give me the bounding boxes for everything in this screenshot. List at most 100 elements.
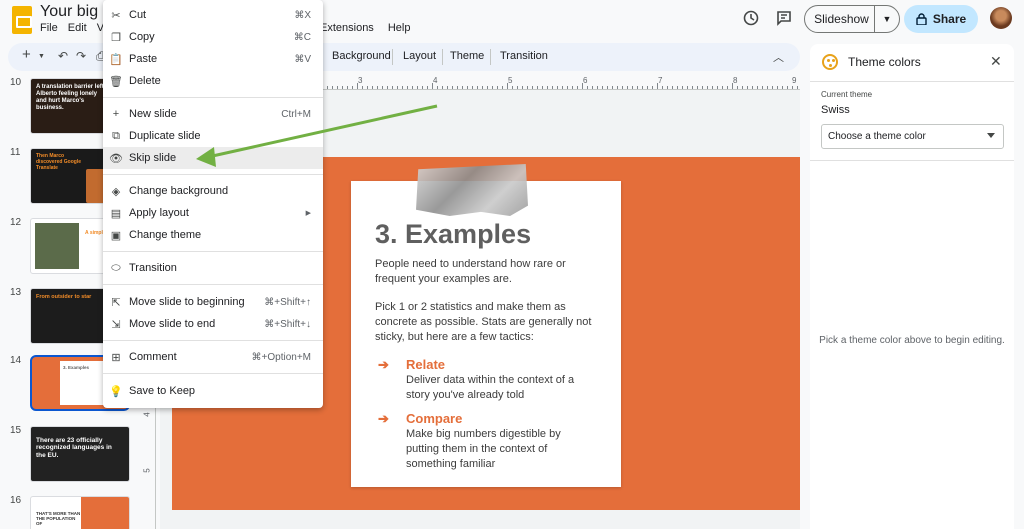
ruler-tick [427, 86, 428, 89]
tactic-title[interactable]: Relate [406, 357, 445, 372]
avatar[interactable] [990, 7, 1012, 29]
tape-decoration [416, 164, 528, 216]
menu-item-delete[interactable]: 🗑 Delete [103, 70, 323, 92]
ruler-tick [752, 86, 753, 89]
ruler-tick [377, 86, 378, 89]
slide-thumbnail[interactable]: There are 23 officially recognized langu… [30, 426, 130, 482]
ruler-label: 7 [658, 76, 663, 85]
ruler-label: 5 [508, 76, 513, 85]
share-label: Share [932, 12, 967, 26]
menu-item-move-to-beginning[interactable]: ⇱ Move slide to beginning ⌘+Shift+↑ [103, 291, 323, 313]
redo-icon[interactable]: ↷ [76, 49, 86, 63]
menu-bar-right: Extensions Help [320, 22, 410, 34]
toolbar-transition[interactable]: Transition [500, 50, 548, 62]
share-button[interactable]: Share [904, 5, 978, 33]
menu-item-change-theme[interactable]: ▣ Change theme [103, 224, 323, 246]
ruler-tick [622, 86, 623, 89]
slide-number: 12 [10, 217, 22, 228]
slide-title[interactable]: 3. Examples [375, 219, 531, 250]
layout-icon: ▤ [110, 207, 122, 220]
tactic-description[interactable]: Make big numbers digestible by putting t… [406, 427, 596, 472]
menu-item-save-to-keep[interactable]: 💡 Save to Keep [103, 380, 323, 402]
ruler-tick [337, 86, 338, 89]
ruler-tick [332, 86, 333, 89]
ruler-tick [572, 86, 573, 89]
ruler-label: 5 [142, 468, 152, 473]
slide-paragraph-1[interactable]: People need to understand how rare or fr… [375, 257, 605, 287]
ruler-tick [477, 86, 478, 89]
undo-icon[interactable]: ↶ [58, 49, 68, 63]
toolbar-theme[interactable]: Theme [450, 50, 484, 62]
menu-item-change-background[interactable]: ◈ Change background [103, 180, 323, 202]
ruler-tick [462, 86, 463, 89]
menu-item-cut[interactable]: ✂ Cut ⌘X [103, 4, 323, 26]
move-top-icon: ⇱ [111, 296, 121, 309]
ruler-label: 3 [358, 76, 363, 85]
menu-item-apply-layout[interactable]: ▤ Apply layout ▶ [103, 202, 323, 224]
horizontal-ruler: 3 4 5 6 7 8 9 [322, 76, 800, 90]
ruler-tick [717, 86, 718, 89]
eye-icon: 👁 [109, 152, 123, 165]
menu-item-comment[interactable]: ⊞ Comment ⌘+Option+M [103, 346, 323, 368]
menu-item-copy[interactable]: ❐ Copy ⌘C [103, 26, 323, 48]
ruler-tick [422, 86, 423, 89]
ruler-tick [677, 86, 678, 89]
new-slide-dropdown-icon[interactable]: ▼ [38, 53, 45, 60]
history-icon[interactable] [741, 9, 761, 29]
menu-help[interactable]: Help [388, 22, 411, 34]
menu-item-duplicate-slide[interactable]: ⧉ Duplicate slide [103, 125, 323, 147]
document-title[interactable]: Your big idea [40, 3, 102, 21]
ruler-tick [487, 86, 488, 89]
menu-extensions[interactable]: Extensions [320, 22, 374, 34]
tactic-description[interactable]: Deliver data within the context of a sto… [406, 373, 596, 403]
tactic-title[interactable]: Compare [406, 411, 462, 426]
ruler-tick [407, 86, 408, 89]
ruler-tick [452, 86, 453, 89]
slideshow-dropdown-icon[interactable]: ▼ [875, 14, 899, 24]
theme-color-select[interactable]: Choose a theme color [821, 124, 1004, 149]
submenu-arrow-icon: ▶ [305, 210, 311, 217]
slide-number: 11 [10, 147, 21, 158]
panel-header: Theme colors ✕ [810, 44, 1014, 82]
menu-item-new-slide[interactable]: + New slide Ctrl+M [103, 103, 323, 125]
ruler-tick [757, 86, 758, 89]
menu-item-skip-slide[interactable]: 👁 Skip slide [103, 147, 323, 169]
new-slide-plus-icon[interactable]: + [22, 46, 31, 63]
slide-number: 13 [10, 287, 22, 298]
menu-item-move-to-end[interactable]: ⇲ Move slide to end ⌘+Shift+↓ [103, 313, 323, 335]
ruler-tick [482, 86, 483, 89]
ruler-tick [712, 86, 713, 89]
ruler-tick [547, 86, 548, 89]
slides-logo-icon[interactable] [12, 6, 32, 34]
slideshow-label: Slideshow [814, 12, 869, 26]
comment-history-icon[interactable] [774, 9, 794, 29]
transition-icon: ⬭ [111, 261, 121, 274]
ruler-tick [432, 83, 433, 89]
collapse-toolbar-icon[interactable]: ︿ [773, 49, 784, 65]
scissors-icon: ✂ [111, 9, 121, 22]
menu-file[interactable]: File [40, 22, 58, 34]
ruler-tick [652, 86, 653, 89]
ruler-tick [507, 83, 508, 89]
ruler-tick [692, 86, 693, 89]
ruler-tick [437, 86, 438, 89]
ruler-tick [522, 86, 523, 89]
ruler-tick [667, 86, 668, 89]
menu-item-transition[interactable]: ⬭ Transition [103, 257, 323, 279]
ruler-tick [557, 86, 558, 89]
slideshow-button[interactable]: Slideshow ▼ [804, 5, 900, 33]
ruler-tick [367, 86, 368, 89]
menu-edit[interactable]: Edit [68, 22, 87, 34]
ruler-tick [637, 86, 638, 89]
menu-item-paste[interactable]: 📋 Paste ⌘V [103, 48, 323, 70]
close-icon[interactable]: ✕ [990, 53, 1002, 70]
slide-paragraph-2[interactable]: Pick 1 or 2 statistics and make them as … [375, 300, 605, 345]
ruler-tick [467, 86, 468, 89]
slide-thumbnail[interactable]: THAT'S MORE THAN THE POPULATION OF [30, 496, 130, 529]
toolbar-layout[interactable]: Layout [403, 50, 436, 62]
toolbar-background[interactable]: Background [332, 50, 391, 62]
ruler-tick [392, 86, 393, 89]
ruler-tick [537, 86, 538, 89]
ruler-tick [607, 86, 608, 89]
ruler-tick [577, 86, 578, 89]
